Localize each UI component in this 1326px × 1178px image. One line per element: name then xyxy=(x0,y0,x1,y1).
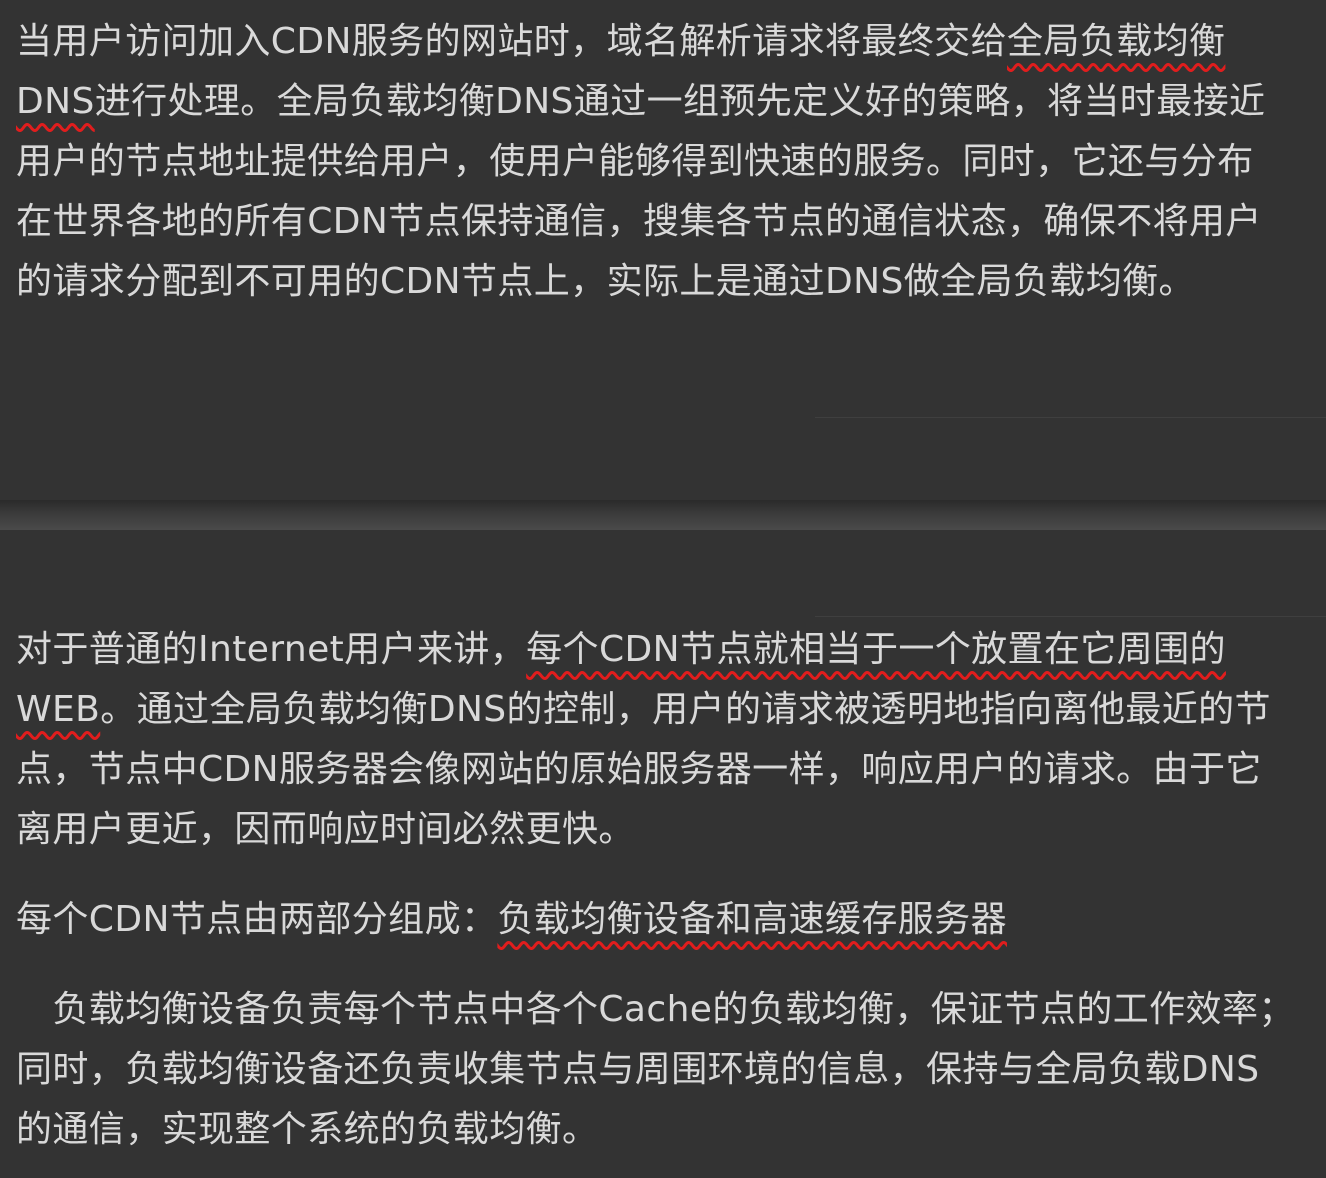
paragraph-global-dns: 当用户访问加入CDN服务的网站时，域名解析请求将最终交给全局负载均衡 DNS进行… xyxy=(16,12,1312,312)
text-line: 同时，负载均衡设备还负责收集节点与周围环境的信息，保持与全局负载DNS xyxy=(16,1049,1260,1090)
paragraph-node-parts: 每个CDN节点由两部分组成：负载均衡设备和高速缓存服务器 xyxy=(16,890,1312,950)
text-line: 点，节点中CDN服务器会像网站的原始服务器一样，响应用户的请求。由于它 xyxy=(16,749,1262,790)
text-line: 对于普通的Internet用户来讲，每个CDN节点就相当于一个放置在它周围的 xyxy=(16,629,1226,670)
text-line: 每个CDN节点由两部分组成：负载均衡设备和高速缓存服务器 xyxy=(16,899,1007,940)
page-separator xyxy=(0,500,1326,530)
annotated-text: 全局负载均衡 xyxy=(1007,21,1226,62)
text-line: 当用户访问加入CDN服务的网站时，域名解析请求将最终交给全局负载均衡 xyxy=(16,21,1226,62)
text-line: 离用户更近，因而响应时间必然更快。 xyxy=(16,809,635,850)
bottom-page: 对于普通的Internet用户来讲，每个CDN节点就相当于一个放置在它周围的 W… xyxy=(0,530,1326,1178)
text-line: 的请求分配到不可用的CDN节点上，实际上是通过DNS做全局负载均衡。 xyxy=(16,261,1195,302)
annotated-text: 每个CDN节点就相当于一个放置在它周围的 xyxy=(526,629,1226,670)
divider xyxy=(815,417,1326,418)
text-line: DNS进行处理。全局负载均衡DNS通过一组预先定义好的策略，将当时最接近 xyxy=(16,81,1266,122)
annotated-text: 负载均衡设备和高速缓存服务器 xyxy=(497,899,1007,940)
text-line: 用户的节点地址提供给用户，使用户能够得到快速的服务。同时，它还与分布 xyxy=(16,141,1254,182)
text-line: WEB。通过全局负载均衡DNS的控制，用户的请求被透明地指向离他最近的节 xyxy=(16,689,1271,730)
annotated-text: WEB xyxy=(16,689,101,730)
top-page: 当用户访问加入CDN服务的网站时，域名解析请求将最终交给全局负载均衡 DNS进行… xyxy=(0,0,1326,500)
divider xyxy=(815,616,1326,617)
text-line: 负载均衡设备负责每个节点中各个Cache的负载均衡，保证节点的工作效率； xyxy=(16,989,1295,1030)
paragraph-load-balancer: 负载均衡设备负责每个节点中各个Cache的负载均衡，保证节点的工作效率； 同时，… xyxy=(16,980,1312,1160)
text-line: 在世界各地的所有CDN节点保持通信，搜集各节点的通信状态，确保不将用户 xyxy=(16,201,1262,242)
paragraph-cdn-node: 对于普通的Internet用户来讲，每个CDN节点就相当于一个放置在它周围的 W… xyxy=(16,620,1312,860)
text-line: 的通信，实现整个系统的负载均衡。 xyxy=(16,1109,599,1150)
annotated-text: DNS xyxy=(16,81,95,122)
